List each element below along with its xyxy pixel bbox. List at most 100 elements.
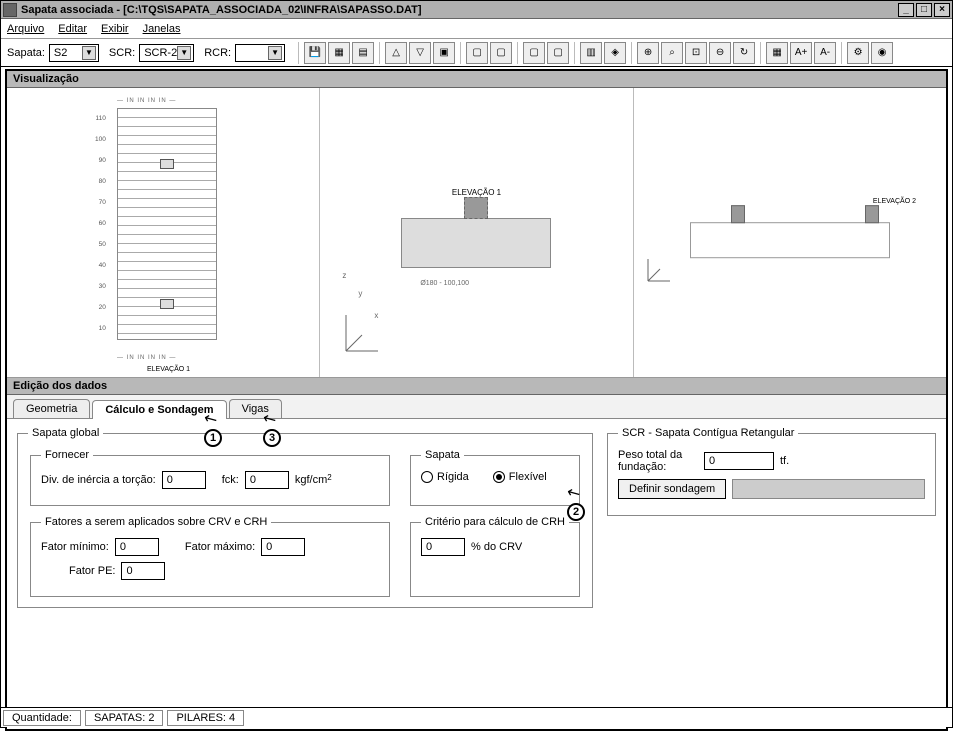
toolbar-icon[interactable]: △ xyxy=(385,42,407,64)
tab-geometria[interactable]: Geometria xyxy=(13,399,90,418)
viz-elevation-2[interactable]: ELEVAÇÃO 2 xyxy=(634,88,946,377)
toolbar-icon[interactable]: ▽ xyxy=(409,42,431,64)
rcr-combo[interactable]: ▼ xyxy=(235,44,285,62)
toolbar-icon[interactable]: ◈ xyxy=(604,42,626,64)
label-div-inercia: Div. de inércia a torção: xyxy=(41,474,156,486)
font-larger-icon[interactable]: A+ xyxy=(790,42,812,64)
toolbar-icon[interactable]: ▣ xyxy=(433,42,455,64)
zoom-area-icon[interactable]: ⌕ xyxy=(661,42,683,64)
toolbar: Sapata: S2 ▼ SCR: SCR-2 ▼ RCR: ▼ 💾 ▦ ▤ △… xyxy=(1,39,952,67)
plan-ticks: 110100908070605040302010 xyxy=(95,108,106,339)
font-smaller-icon[interactable]: A- xyxy=(814,42,836,64)
pillar-marker xyxy=(160,159,174,169)
maximize-button[interactable]: □ xyxy=(916,3,932,17)
definir-sondagem-button[interactable]: Definir sondagem xyxy=(618,479,726,499)
scr-value: SCR-2 xyxy=(144,47,177,59)
elevation-2-drawing xyxy=(690,222,890,258)
legend-fatores: Fatores a serem aplicados sobre CRV e CR… xyxy=(41,516,271,528)
menu-editar[interactable]: Editar xyxy=(58,23,87,35)
radio-dot-icon xyxy=(493,471,505,483)
plan-footer-label: ELEVAÇÃO 1 xyxy=(147,366,190,373)
settings-icon[interactable]: ⚙ xyxy=(847,42,869,64)
edit-body: Geometria Cálculo e Sondagem Vigas ↖ 1 ↖… xyxy=(7,395,946,729)
toolbar-icon[interactable]: ▥ xyxy=(580,42,602,64)
menu-exibir[interactable]: Exibir xyxy=(101,23,129,35)
toolbar-icon[interactable]: ◉ xyxy=(871,42,893,64)
input-fator-min[interactable] xyxy=(115,538,159,556)
save-icon[interactable]: 💾 xyxy=(304,42,326,64)
chevron-down-icon: ▼ xyxy=(82,46,96,60)
axes-icon xyxy=(644,255,674,287)
menubar: Arquivo Editar Exibir Janelas xyxy=(1,19,952,39)
cursor-icon: ↖ xyxy=(563,481,585,505)
close-button[interactable]: × xyxy=(934,3,950,17)
chevron-down-icon: ▼ xyxy=(177,46,191,60)
plan-scale-bottom: — IN IN IN IN — xyxy=(117,355,217,361)
toolbar-icon[interactable]: ▦ xyxy=(766,42,788,64)
elevation-1-drawing xyxy=(401,218,551,268)
elev-column xyxy=(464,197,488,219)
main-panel: Visualização 110100908070605040302010 — … xyxy=(5,69,948,731)
status-pilares: PILARES: 4 xyxy=(167,710,244,726)
edit-header: Edição dos dados xyxy=(7,378,946,395)
plan-scale-top: — IN IN IN IN — xyxy=(117,98,217,104)
legend-scr: SCR - Sapata Contígua Retangular xyxy=(618,427,798,439)
sapata-label: Sapata: xyxy=(7,47,45,59)
minimize-button[interactable]: _ xyxy=(898,3,914,17)
legend-fornecer: Fornecer xyxy=(41,449,93,461)
app-icon xyxy=(3,3,17,17)
radio-flexivel[interactable]: Flexível xyxy=(493,471,547,483)
sapata-value: S2 xyxy=(54,47,82,59)
fieldset-fornecer: Fornecer Div. de inércia a torção: fck: … xyxy=(30,449,390,506)
fieldset-scr: SCR - Sapata Contígua Retangular Peso to… xyxy=(607,427,936,516)
viz-elevation-1[interactable]: ELEVAÇÃO 1 z y x Ø180 - 100,100 xyxy=(320,88,633,377)
tab-calculo-sondagem[interactable]: Cálculo e Sondagem xyxy=(92,400,226,419)
toolbar-icon[interactable]: ▢ xyxy=(466,42,488,64)
legend-sapata-global: Sapata global xyxy=(28,427,103,439)
elev2-label: ELEVAÇÃO 2 xyxy=(873,198,916,205)
input-fator-max[interactable] xyxy=(261,538,305,556)
viz-plan-view[interactable]: 110100908070605040302010 — IN IN IN IN —… xyxy=(7,88,320,377)
visualization-area: 110100908070605040302010 — IN IN IN IN —… xyxy=(7,88,946,378)
menu-janelas[interactable]: Janelas xyxy=(143,23,181,35)
chevron-down-icon: ▼ xyxy=(268,46,282,60)
form-area: Sapata global Fornecer Div. de inércia a… xyxy=(7,419,946,729)
radio-dot-icon xyxy=(421,471,433,483)
legend-sapata: Sapata xyxy=(421,449,464,461)
fieldset-sapata-global: Sapata global Fornecer Div. de inércia a… xyxy=(17,427,593,608)
label-fator-max: Fator máximo: xyxy=(185,541,255,553)
input-criterio[interactable] xyxy=(421,538,465,556)
radio-rigida[interactable]: Rígida xyxy=(421,471,469,483)
scr-combo[interactable]: SCR-2 ▼ xyxy=(139,44,194,62)
toolbar-icon[interactable]: ▤ xyxy=(352,42,374,64)
legend-criterio: Critério para cálculo de CRH xyxy=(421,516,569,528)
statusbar: Quantidade: SAPATAS: 2 PILARES: 4 xyxy=(1,707,952,727)
toolbar-icon[interactable]: ▢ xyxy=(547,42,569,64)
scr-label: SCR: xyxy=(109,47,135,59)
toolbar-icon[interactable]: ▦ xyxy=(328,42,350,64)
zoom-fit-icon[interactable]: ⊡ xyxy=(685,42,707,64)
menu-arquivo[interactable]: Arquivo xyxy=(7,23,44,35)
pillar-marker xyxy=(160,299,174,309)
input-fck[interactable] xyxy=(245,471,289,489)
dim-text: Ø180 - 100,100 xyxy=(420,280,469,287)
zoom-in-icon[interactable]: ⊕ xyxy=(637,42,659,64)
refresh-icon[interactable]: ↻ xyxy=(733,42,755,64)
label-fator-min: Fator mínimo: xyxy=(41,541,109,553)
input-peso-total[interactable] xyxy=(704,452,774,470)
sapata-combo[interactable]: S2 ▼ xyxy=(49,44,99,62)
fieldset-fatores: Fatores a serem aplicados sobre CRV e CR… xyxy=(30,516,390,597)
toolbar-icon[interactable]: ▢ xyxy=(523,42,545,64)
elev-column xyxy=(865,205,879,223)
sondagem-bar xyxy=(732,479,925,499)
zoom-out-icon[interactable]: ⊖ xyxy=(709,42,731,64)
label-fator-pe: Fator PE: xyxy=(69,565,115,577)
input-fator-pe[interactable] xyxy=(121,562,165,580)
status-quantidade: Quantidade: xyxy=(3,710,81,726)
rcr-label: RCR: xyxy=(204,47,231,59)
tab-vigas[interactable]: Vigas xyxy=(229,399,282,418)
toolbar-icon[interactable]: ▢ xyxy=(490,42,512,64)
titlebar: Sapata associada - [C:\TQS\SAPATA_ASSOCI… xyxy=(1,1,952,19)
input-div-inercia[interactable] xyxy=(162,471,206,489)
tabs-row: Geometria Cálculo e Sondagem Vigas ↖ 1 ↖… xyxy=(7,395,946,419)
